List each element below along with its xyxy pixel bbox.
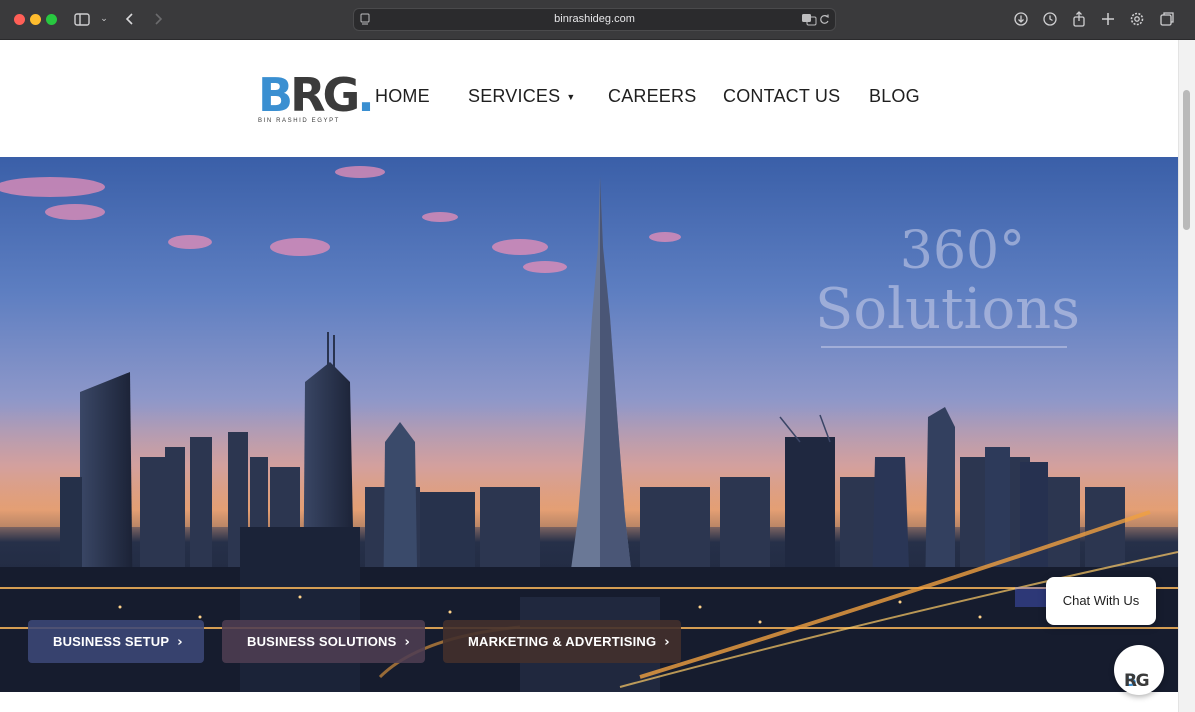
marketing-advertising-button[interactable]: MARKETING & ADVERTISING › xyxy=(443,620,681,663)
logo-dot: . xyxy=(357,68,375,122)
marketing-advertising-label: MARKETING & ADVERTISING xyxy=(468,634,657,649)
slogan-underline xyxy=(821,346,1067,348)
vertical-scrollbar[interactable] xyxy=(1178,40,1195,712)
download-icon[interactable] xyxy=(1012,9,1030,29)
reload-icon[interactable] xyxy=(819,12,830,29)
nav-home-label: HOME xyxy=(375,86,430,106)
caret-down-icon: ▼ xyxy=(566,92,576,103)
translate-icon[interactable] xyxy=(801,12,817,29)
site-logo[interactable]: BRG. BIN RASHID EGYPT xyxy=(258,70,375,128)
back-icon[interactable] xyxy=(122,9,138,29)
forward-icon[interactable] xyxy=(150,9,166,29)
business-setup-button[interactable]: BUSINESS SETUP › xyxy=(28,620,204,663)
tabs-icon[interactable] xyxy=(1158,9,1176,29)
chevron-right-icon: › xyxy=(177,635,183,650)
chat-with-us-bubble[interactable]: Chat With Us xyxy=(1046,577,1156,625)
business-solutions-label: BUSINESS SOLUTIONS xyxy=(247,634,397,649)
chevron-right-icon: › xyxy=(664,635,670,650)
nav-blog-label: BLOG xyxy=(869,86,920,106)
address-bar[interactable]: binrashideg.com xyxy=(353,8,836,31)
nav-services-label: SERVICES xyxy=(468,86,561,106)
web-page: BRG. BIN RASHID EGYPT HOME SERVICES ▼ CAR… xyxy=(0,40,1178,712)
history-icon[interactable] xyxy=(1041,9,1059,29)
chevron-down-icon[interactable]: ⌄ xyxy=(98,9,110,29)
nav-home[interactable]: HOME xyxy=(375,86,430,110)
nav-contact-us-label: CONTACT US xyxy=(723,86,841,106)
share-icon[interactable] xyxy=(1070,9,1088,29)
logo-wordmark: BRG. xyxy=(258,68,375,122)
minimize-window-button[interactable] xyxy=(30,14,41,25)
slogan-360: 360° xyxy=(899,221,1026,281)
chat-avatar-letters-rg: RG xyxy=(1124,671,1150,691)
business-setup-label: BUSINESS SETUP xyxy=(53,634,170,649)
scrollbar-thumb[interactable] xyxy=(1183,90,1190,230)
nav-services[interactable]: SERVICES ▼ xyxy=(468,86,575,110)
new-tab-icon[interactable] xyxy=(1099,9,1117,29)
close-window-button[interactable] xyxy=(14,14,25,25)
logo-letter-b: B xyxy=(258,68,293,122)
hero-banner: 360° Solutions BUSINESS SETUP › BUSINESS … xyxy=(0,157,1178,692)
logo-letters-rg: RG xyxy=(290,68,360,122)
hero-slogan: 360° Solutions xyxy=(815,221,1080,339)
settings-icon[interactable] xyxy=(1128,9,1146,29)
nav-careers[interactable]: CAREERS xyxy=(608,86,696,110)
slogan-solutions: Solutions xyxy=(815,277,1080,342)
nav-careers-label: CAREERS xyxy=(608,86,697,106)
zoom-window-button[interactable] xyxy=(46,14,57,25)
logo-tagline: BIN RASHID EGYPT xyxy=(258,118,340,124)
business-solutions-button[interactable]: BUSINESS SOLUTIONS › xyxy=(222,620,425,663)
sidebar-icon[interactable] xyxy=(74,9,92,29)
nav-blog[interactable]: BLOG xyxy=(869,86,920,110)
chat-avatar-button[interactable]: B RG xyxy=(1114,645,1164,695)
browser-toolbar: ⌄ binrashideg.com xyxy=(0,0,1195,40)
chevron-right-icon: › xyxy=(404,635,411,650)
nav-contact-us[interactable]: CONTACT US xyxy=(723,86,840,110)
url-text: binrashideg.com xyxy=(554,13,635,25)
